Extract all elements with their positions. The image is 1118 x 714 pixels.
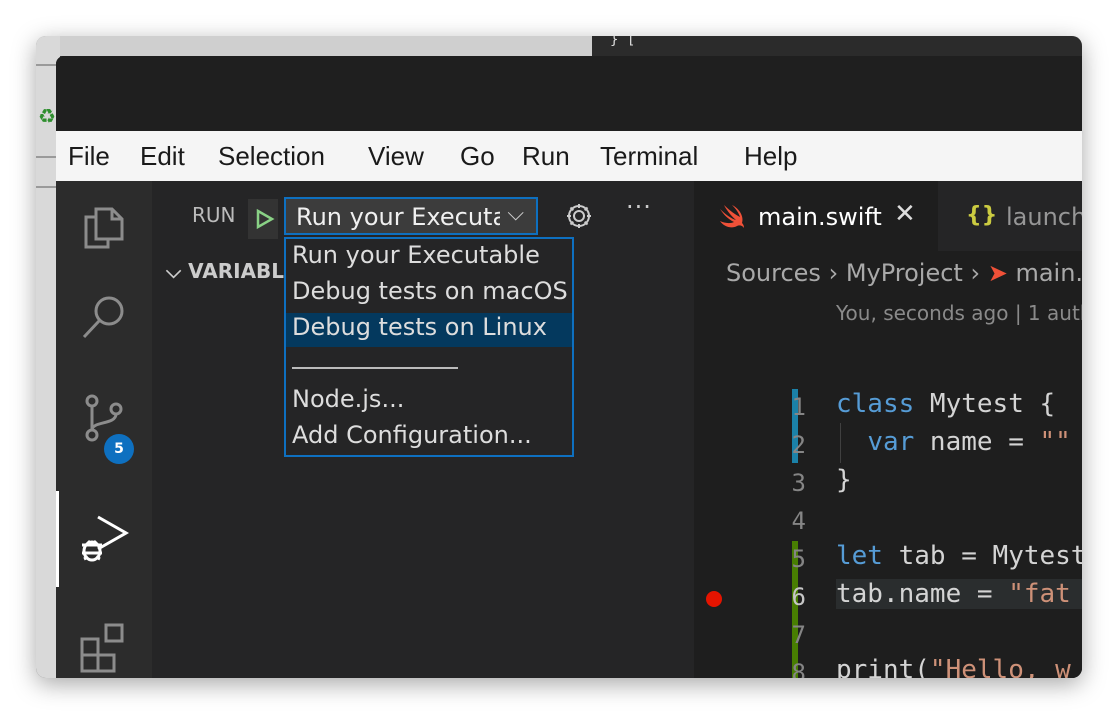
line-number: 8 xyxy=(791,659,806,678)
launch-config-dropdown: Run your Executable Debug tests on macOS… xyxy=(284,237,574,457)
menu-run[interactable]: Run xyxy=(522,141,570,172)
background-terminal-strip: } [ xyxy=(592,36,1082,56)
menu-edit[interactable]: Edit xyxy=(140,141,185,172)
activity-bar: 5 xyxy=(56,181,152,678)
editor-area: main.swift ✕ {} launch.json Sources › My… xyxy=(694,181,1082,678)
line-number: 1 xyxy=(791,393,806,421)
launch-config-select[interactable]: Run your Executable ⌵ xyxy=(284,197,538,235)
code-line-1[interactable]: class Mytest { xyxy=(836,389,1055,419)
breakpoint-marker[interactable] xyxy=(706,591,722,607)
tab-label: main.swift xyxy=(758,203,882,231)
code-line-6[interactable]: tab.name = "fat xyxy=(836,579,1082,609)
menu-bar: File Edit Selection View Go Run Terminal… xyxy=(56,131,1082,181)
dropdown-option-add-configuration[interactable]: Add Configuration... xyxy=(292,421,568,455)
breadcrumb-file[interactable]: main.swift xyxy=(1015,259,1082,287)
tab-launch-json[interactable]: {} launch.json xyxy=(938,181,1082,251)
tab-main-swift[interactable]: main.swift ✕ xyxy=(694,181,938,251)
menu-view[interactable]: View xyxy=(368,141,424,172)
code-line-5[interactable]: let tab = Mytest() xyxy=(836,541,1082,571)
dropdown-option-nodejs[interactable]: Node.js... xyxy=(292,385,568,419)
background-window-top: } [ xyxy=(36,36,1082,56)
line-number: 7 xyxy=(791,621,806,649)
json-braces-icon: {} xyxy=(966,203,998,228)
close-icon[interactable]: ✕ xyxy=(894,199,916,229)
screenshot-frame: } [ ♻ File Edit Selection View Go Run Te… xyxy=(36,36,1082,678)
breadcrumb: Sources › MyProject › ➤ main.swift xyxy=(726,259,1082,287)
search-icon[interactable] xyxy=(78,291,130,343)
dropdown-separator xyxy=(292,367,458,369)
dropdown-option-run-executable[interactable]: Run your Executable xyxy=(292,241,568,275)
title-bar xyxy=(56,56,1082,131)
recycle-icon: ♻ xyxy=(38,104,56,128)
menu-terminal[interactable]: Terminal xyxy=(600,141,698,172)
gear-icon[interactable] xyxy=(564,201,594,231)
code-line-2[interactable]: var name = "" xyxy=(836,427,1071,457)
line-number: 5 xyxy=(791,545,806,573)
editor-tabs: main.swift ✕ {} launch.json xyxy=(694,181,1082,251)
chevron-right-icon: › xyxy=(828,259,846,287)
menu-selection[interactable]: Selection xyxy=(218,141,325,172)
tab-label: launch.json xyxy=(1006,203,1082,231)
run-debug-icon[interactable] xyxy=(78,511,130,563)
more-actions-button[interactable]: ··· xyxy=(626,193,652,221)
line-number: 2 xyxy=(791,431,806,459)
run-label: RUN xyxy=(192,203,236,227)
files-icon[interactable] xyxy=(78,201,130,253)
git-blame-annotation: You, seconds ago | 1 author xyxy=(836,301,1082,325)
selected-config: Run your Executable xyxy=(296,203,500,231)
active-indicator xyxy=(56,491,59,587)
extensions-icon[interactable] xyxy=(78,621,130,673)
menu-file[interactable]: File xyxy=(68,141,110,172)
code-line-8[interactable]: print("Hello, w xyxy=(836,655,1071,678)
source-control-badge: 5 xyxy=(104,434,134,464)
chevron-down-icon: ⌵ xyxy=(166,259,182,283)
menu-help[interactable]: Help xyxy=(744,141,797,172)
chevron-down-icon: ⌵ xyxy=(507,201,524,226)
swift-icon xyxy=(720,205,744,228)
dropdown-option-debug-macos[interactable]: Debug tests on macOS xyxy=(292,277,568,311)
start-debugging-button[interactable] xyxy=(248,199,278,239)
line-number: 6 xyxy=(791,583,806,611)
swift-icon: ➤ xyxy=(987,259,1008,287)
dropdown-option-debug-linux[interactable]: Debug tests on Linux xyxy=(286,313,572,347)
menu-go[interactable]: Go xyxy=(460,141,495,172)
line-number: 4 xyxy=(791,507,806,535)
vscode-window: File Edit Selection View Go Run Terminal… xyxy=(56,56,1082,678)
code-line-3[interactable]: } xyxy=(836,465,852,495)
chevron-right-icon: › xyxy=(970,259,988,287)
breadcrumb-sources[interactable]: Sources xyxy=(726,259,821,287)
breadcrumb-myproject[interactable]: MyProject xyxy=(846,259,963,287)
line-number: 3 xyxy=(791,469,806,497)
